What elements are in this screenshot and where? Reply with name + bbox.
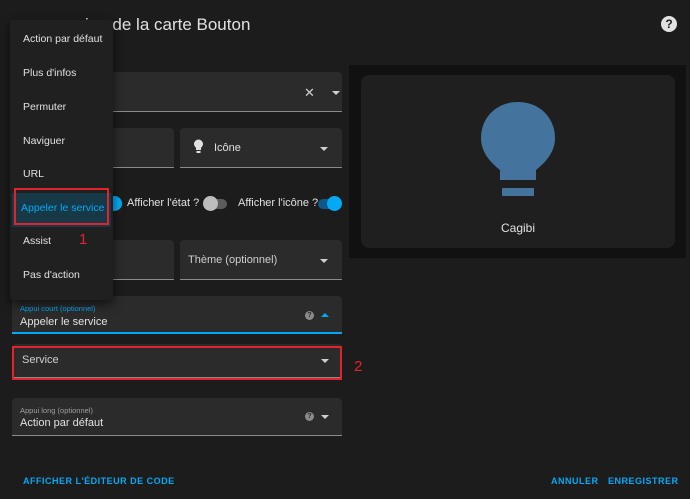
show-icon-label: Afficher l'icône ?	[238, 197, 319, 209]
tap-action-label: Appui court (optionnel)	[20, 304, 96, 313]
theme-placeholder: Thème (optionnel)	[188, 254, 278, 266]
show-state-toggle[interactable]	[203, 196, 227, 211]
annotation-number-1: 1	[79, 231, 88, 248]
chevron-down-icon[interactable]	[332, 91, 340, 95]
lightbulb-icon	[481, 102, 555, 196]
tap-action-value: Appeler le service	[20, 316, 108, 328]
chevron-up-icon[interactable]	[321, 313, 329, 317]
help-icon[interactable]: ?	[661, 16, 677, 32]
help-icon[interactable]: ?	[305, 311, 314, 320]
icon-label: Icône	[214, 142, 241, 154]
menu-item-assist[interactable]: Assist	[23, 235, 51, 247]
hold-action-value: Action par défaut	[20, 417, 104, 429]
menu-item-naviguer[interactable]: Naviguer	[23, 135, 65, 147]
annotation-number-2: 2	[354, 358, 363, 375]
hold-action-label: Appui long (optionnel)	[20, 406, 93, 415]
theme-field[interactable]: Thème (optionnel)	[180, 240, 342, 280]
menu-item-action-par-defaut[interactable]: Action par défaut	[23, 33, 102, 45]
menu-item-plus-infos[interactable]: Plus d'infos	[23, 67, 76, 79]
preview-name: Cagibi	[500, 221, 536, 235]
menu-item-url[interactable]: URL	[23, 168, 44, 180]
preview-button-card[interactable]: Cagibi	[361, 75, 675, 248]
save-button[interactable]: ENREGISTRER	[608, 476, 679, 486]
show-state-label: Afficher l'état ?	[127, 197, 200, 209]
menu-item-permuter[interactable]: Permuter	[23, 101, 66, 113]
help-icon[interactable]: ?	[305, 412, 314, 421]
annotation-box-2	[12, 346, 342, 380]
icon-field[interactable]: Icône	[180, 128, 342, 168]
chevron-down-icon[interactable]	[321, 415, 329, 419]
chevron-down-icon[interactable]	[320, 147, 328, 151]
show-icon-toggle[interactable]	[318, 196, 342, 211]
chevron-down-icon[interactable]	[320, 259, 328, 263]
hold-action-select[interactable]: Appui long (optionnel) Action par défaut…	[12, 398, 342, 436]
show-code-editor-button[interactable]: AFFICHER L'ÉDITEUR DE CODE	[23, 476, 175, 486]
menu-item-pas-d-action[interactable]: Pas d'action	[23, 269, 80, 281]
action-dropdown-menu: Action par défaut Plus d'infos Permuter …	[10, 20, 113, 300]
clear-icon[interactable]: ✕	[304, 86, 315, 99]
lightbulb-icon	[194, 139, 203, 153]
tap-action-select[interactable]: Appui court (optionnel) Appeler le servi…	[12, 296, 342, 334]
annotation-box-1	[14, 188, 109, 225]
cancel-button[interactable]: ANNULER	[551, 476, 599, 486]
